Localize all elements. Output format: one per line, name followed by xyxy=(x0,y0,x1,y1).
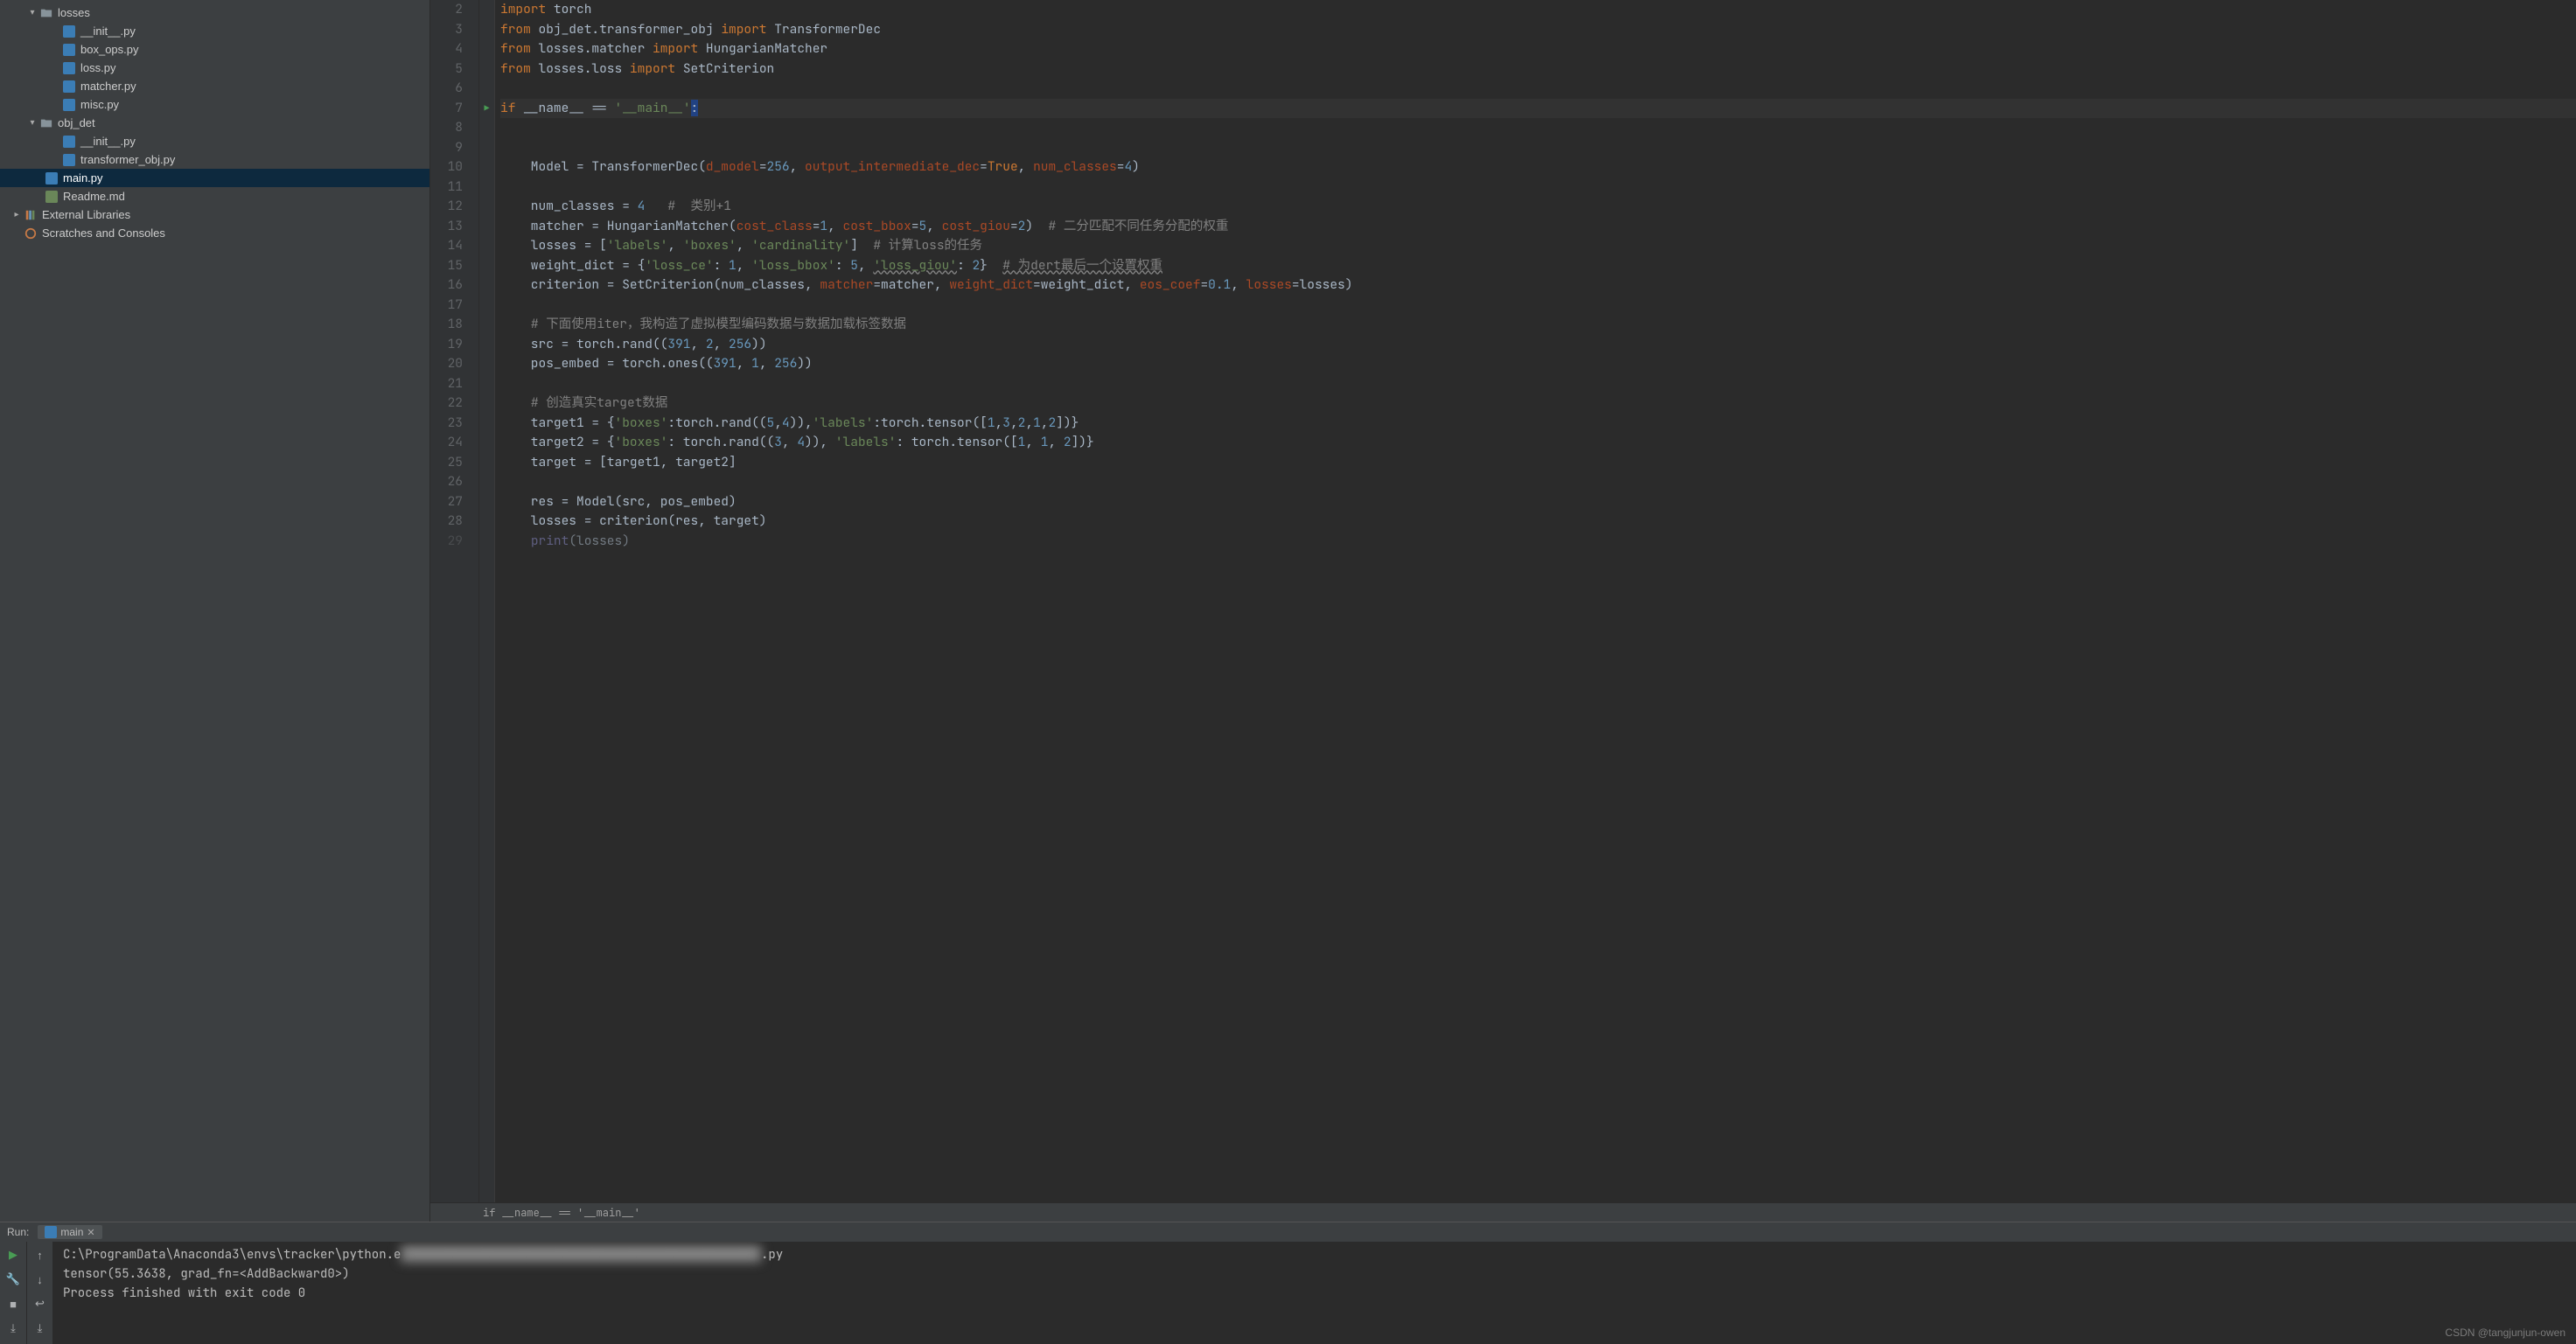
python-file-icon xyxy=(61,154,77,166)
file-label: misc.py xyxy=(80,98,119,111)
rerun-button[interactable]: ▶ xyxy=(3,1245,23,1264)
workspace: ▾ losses __init__.py box_ops.py loss.py … xyxy=(0,0,2576,1222)
python-file-icon xyxy=(44,172,59,185)
python-file-icon xyxy=(45,1226,57,1238)
file-matcher[interactable]: matcher.py xyxy=(0,77,429,95)
python-file-icon xyxy=(61,80,77,93)
file-label: Readme.md xyxy=(63,190,125,203)
project-tree[interactable]: ▾ losses __init__.py box_ops.py loss.py … xyxy=(0,0,430,1222)
console-output[interactable]: C:\ProgramData\Anaconda3\envs\tracker\py… xyxy=(52,1242,2576,1344)
run-tab-main[interactable]: main ✕ xyxy=(38,1225,101,1239)
scratch-icon xyxy=(23,227,38,240)
file-label: __init__.py xyxy=(80,24,136,38)
file-label: loss.py xyxy=(80,61,115,74)
file-label: box_ops.py xyxy=(80,43,139,56)
code-content[interactable]: import torchfrom obj_det.transformer_obj… xyxy=(495,0,2576,1202)
file-readme[interactable]: Readme.md xyxy=(0,187,429,205)
breadcrumb-text: if __name__ == '__main__' xyxy=(483,1206,640,1220)
file-label: matcher.py xyxy=(80,80,136,93)
external-libraries[interactable]: ▸ External Libraries xyxy=(0,205,429,224)
folder-label: losses xyxy=(58,6,90,19)
folder-label: obj_det xyxy=(58,116,95,129)
file-box-ops[interactable]: box_ops.py xyxy=(0,40,429,59)
soft-wrap-button[interactable]: ↩ xyxy=(31,1294,50,1313)
file-main[interactable]: main.py xyxy=(0,169,429,187)
folder-obj-det[interactable]: ▾ obj_det xyxy=(0,114,429,132)
up-button[interactable]: ↑ xyxy=(31,1245,50,1264)
run-toolbar-inner: ↑ ↓ ↩ ⤓ xyxy=(26,1242,52,1344)
run-label: Run: xyxy=(7,1226,29,1238)
run-body: ▶ 🔧 ■ ⤓ ↑ ↓ ↩ ⤓ C:\ProgramData\Anaconda3… xyxy=(0,1242,2576,1344)
chevron-down-icon: ▾ xyxy=(26,118,38,128)
editor: 2345678910111213141516171819202122232425… xyxy=(430,0,2576,1222)
run-marker-gutter[interactable]: ▶ xyxy=(479,0,495,1202)
file-label: main.py xyxy=(63,171,103,185)
settings-button[interactable]: 🔧 xyxy=(3,1270,23,1289)
run-toolbar-left: ▶ 🔧 ■ ⤓ xyxy=(0,1242,26,1344)
file-label: __init__.py xyxy=(80,135,136,148)
python-file-icon xyxy=(61,99,77,111)
python-file-icon xyxy=(61,62,77,74)
scratches-and-consoles[interactable]: Scratches and Consoles xyxy=(0,224,429,242)
scroll-to-end-button[interactable]: ⤓ xyxy=(31,1319,50,1338)
ide-root: ▾ losses __init__.py box_ops.py loss.py … xyxy=(0,0,2576,1344)
stop-button[interactable]: ■ xyxy=(3,1294,23,1313)
line-number-gutter: 2345678910111213141516171819202122232425… xyxy=(430,0,479,1202)
run-tab-label: main xyxy=(60,1226,83,1238)
watermark: CSDN @tangjunjun-owen xyxy=(2445,1327,2566,1339)
markdown-file-icon xyxy=(44,191,59,203)
folder-losses[interactable]: ▾ losses xyxy=(0,3,429,22)
run-tool-window: Run: main ✕ ▶ 🔧 ■ ⤓ ↑ ↓ ↩ ⤓ C:\ProgramDa… xyxy=(0,1222,2576,1344)
file-loss[interactable]: loss.py xyxy=(0,59,429,77)
python-file-icon xyxy=(61,136,77,148)
file-init-losses[interactable]: __init__.py xyxy=(0,22,429,40)
chevron-right-icon: ▸ xyxy=(10,210,23,219)
folder-icon xyxy=(38,7,54,19)
close-icon[interactable]: ✕ xyxy=(87,1227,94,1238)
run-header: Run: main ✕ xyxy=(0,1222,2576,1242)
tree-label: Scratches and Consoles xyxy=(42,226,165,240)
file-label: transformer_obj.py xyxy=(80,153,175,166)
file-init-objdet[interactable]: __init__.py xyxy=(0,132,429,150)
tree-label: External Libraries xyxy=(42,208,130,221)
file-transformer-obj[interactable]: transformer_obj.py xyxy=(0,150,429,169)
chevron-down-icon: ▾ xyxy=(26,8,38,17)
down-button[interactable]: ↓ xyxy=(31,1270,50,1289)
file-misc[interactable]: misc.py xyxy=(0,95,429,114)
python-file-icon xyxy=(61,25,77,38)
folder-icon xyxy=(38,117,54,129)
exit-button[interactable]: ⤓ xyxy=(3,1319,23,1338)
code-area[interactable]: 2345678910111213141516171819202122232425… xyxy=(430,0,2576,1202)
library-icon xyxy=(23,209,38,221)
python-file-icon xyxy=(61,44,77,56)
breadcrumb[interactable]: if __name__ == '__main__' xyxy=(430,1202,2576,1222)
